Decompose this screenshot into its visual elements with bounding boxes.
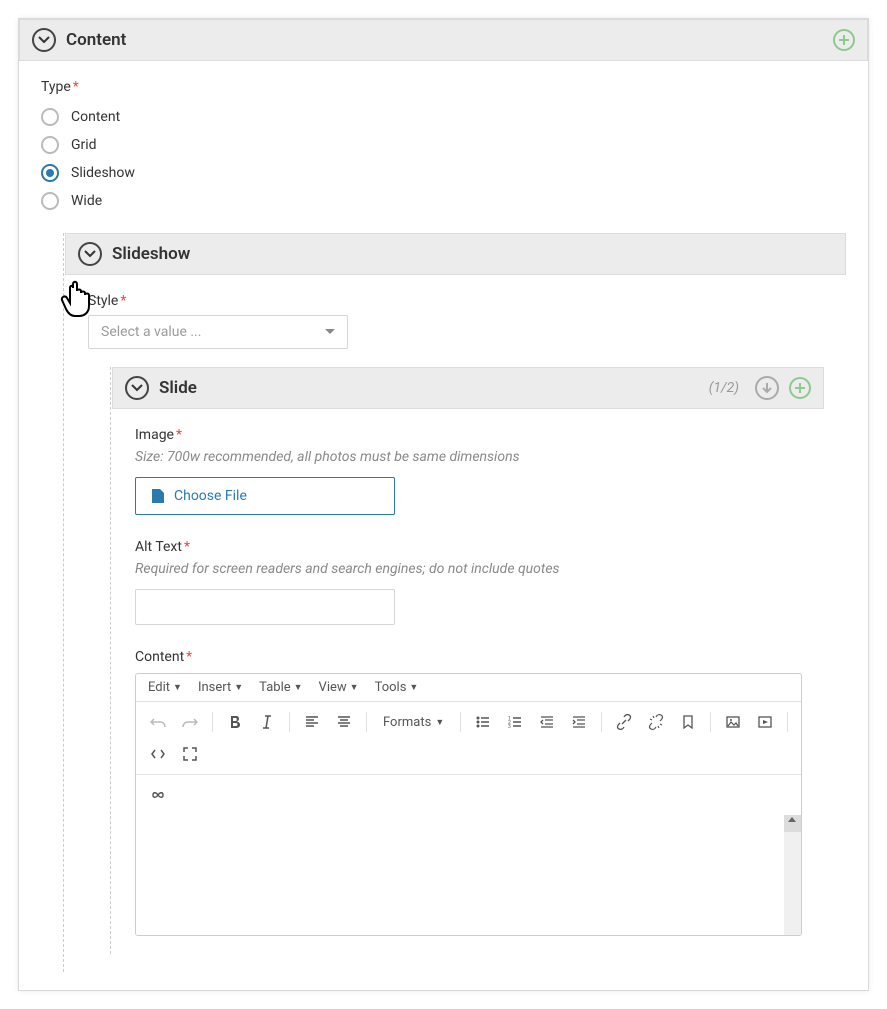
chevron-down-icon — [84, 248, 96, 260]
scroll-up-icon — [788, 817, 796, 822]
type-radio-group: Content Grid Slideshow Wide — [41, 103, 846, 215]
editor-content-area[interactable] — [136, 815, 801, 935]
add-content-button[interactable] — [833, 29, 855, 51]
bullet-list-button[interactable] — [469, 708, 497, 736]
indent-button[interactable] — [565, 708, 593, 736]
unlink-icon — [648, 714, 664, 730]
slide-section: Slide (1/2) I — [110, 367, 824, 954]
slideshow-panel-title: Slideshow — [112, 244, 190, 264]
menu-tools[interactable]: Tools▼ — [375, 680, 419, 695]
move-slide-down-button[interactable] — [755, 376, 779, 400]
slideshow-panel-header: Slideshow — [65, 233, 846, 275]
menu-edit[interactable]: Edit▼ — [148, 680, 182, 695]
align-left-button[interactable] — [298, 708, 326, 736]
content-panel-header: Content — [19, 19, 868, 61]
fullscreen-icon — [182, 746, 198, 762]
italic-button[interactable] — [253, 708, 281, 736]
slide-body: Image* Size: 700w recommended, all photo… — [113, 409, 824, 954]
caret-down-icon — [325, 327, 335, 337]
menu-view[interactable]: View▼ — [319, 680, 359, 695]
undo-icon — [150, 714, 166, 730]
link-icon — [616, 714, 632, 730]
undo-button[interactable] — [144, 708, 172, 736]
image-help: Size: 700w recommended, all photos must … — [135, 449, 802, 465]
outdent-icon — [539, 714, 555, 730]
alt-text-input[interactable] — [135, 589, 395, 625]
collapse-toggle-slide[interactable] — [125, 376, 149, 400]
align-center-icon — [336, 714, 352, 730]
infinity-button[interactable] — [144, 781, 172, 809]
image-file-icon — [150, 488, 166, 504]
collapse-toggle-slideshow[interactable] — [78, 242, 102, 266]
type-option-grid[interactable]: Grid — [41, 131, 846, 159]
menu-insert[interactable]: Insert▼ — [198, 680, 243, 695]
slide-counter: (1/2) — [709, 380, 739, 396]
bold-button[interactable] — [221, 708, 249, 736]
editor-scrollbar[interactable] — [784, 815, 801, 935]
add-slide-button[interactable] — [789, 377, 811, 399]
content-body: Type* Content Grid Slideshow Wide — [19, 61, 868, 990]
type-option-content[interactable]: Content — [41, 103, 846, 131]
content-panel-title: Content — [66, 30, 126, 50]
numbered-list-icon: 123 — [507, 714, 523, 730]
numbered-list-button[interactable]: 123 — [501, 708, 529, 736]
redo-icon — [182, 714, 198, 730]
radio-icon — [41, 192, 59, 210]
fullscreen-button[interactable] — [176, 740, 204, 768]
indent-icon — [571, 714, 587, 730]
content-field-label: Content* — [135, 649, 802, 665]
choose-file-button[interactable]: Choose File — [135, 477, 395, 515]
style-label: Style* — [88, 293, 824, 309]
radio-icon — [41, 164, 59, 182]
image-icon — [725, 714, 741, 730]
infinity-icon — [150, 787, 166, 803]
editor-toolbar-secondary — [136, 775, 801, 815]
type-option-wide[interactable]: Wide — [41, 187, 846, 215]
arrow-down-icon — [761, 382, 773, 394]
plus-icon — [794, 382, 806, 394]
slide-panel-title: Slide — [159, 378, 197, 398]
plus-icon — [838, 34, 850, 46]
slideshow-body: Style* Select a value ... Slide — [66, 275, 846, 972]
code-icon — [150, 746, 166, 762]
italic-icon — [259, 714, 275, 730]
chevron-down-icon — [131, 382, 143, 394]
type-label: Type* — [41, 79, 846, 95]
collapse-toggle-content[interactable] — [32, 28, 56, 52]
image-label: Image* — [135, 427, 802, 443]
rich-text-editor: Edit▼ Insert▼ Table▼ View▼ Tools▼ — [135, 673, 802, 936]
link-button[interactable] — [610, 708, 638, 736]
alt-text-help: Required for screen readers and search e… — [135, 561, 802, 577]
align-center-button[interactable] — [330, 708, 358, 736]
image-button[interactable] — [719, 708, 747, 736]
radio-icon — [41, 108, 59, 126]
menu-table[interactable]: Table▼ — [259, 680, 302, 695]
style-select[interactable]: Select a value ... — [88, 315, 348, 349]
slide-panel-header: Slide (1/2) — [112, 367, 824, 409]
alt-text-label: Alt Text* — [135, 539, 802, 555]
radio-icon — [41, 136, 59, 154]
bold-icon — [227, 714, 243, 730]
code-button[interactable] — [144, 740, 172, 768]
media-icon — [757, 714, 773, 730]
svg-text:3: 3 — [508, 724, 511, 730]
bullet-list-icon — [475, 714, 491, 730]
bookmark-button[interactable] — [674, 708, 702, 736]
outdent-button[interactable] — [533, 708, 561, 736]
type-option-slideshow[interactable]: Slideshow — [41, 159, 846, 187]
formats-dropdown[interactable]: Formats▼ — [375, 711, 452, 734]
editor-menubar: Edit▼ Insert▼ Table▼ View▼ Tools▼ — [136, 674, 801, 702]
content-panel: Content Type* Content Grid Slideshow Wi — [18, 18, 869, 991]
slideshow-section: Slideshow Style* Select a value ... — [63, 233, 846, 972]
redo-button[interactable] — [176, 708, 204, 736]
chevron-down-icon — [38, 34, 50, 46]
editor-toolbar: Formats▼ 123 — [136, 702, 801, 775]
align-left-icon — [304, 714, 320, 730]
unlink-button[interactable] — [642, 708, 670, 736]
bookmark-icon — [680, 714, 696, 730]
media-button[interactable] — [751, 708, 779, 736]
